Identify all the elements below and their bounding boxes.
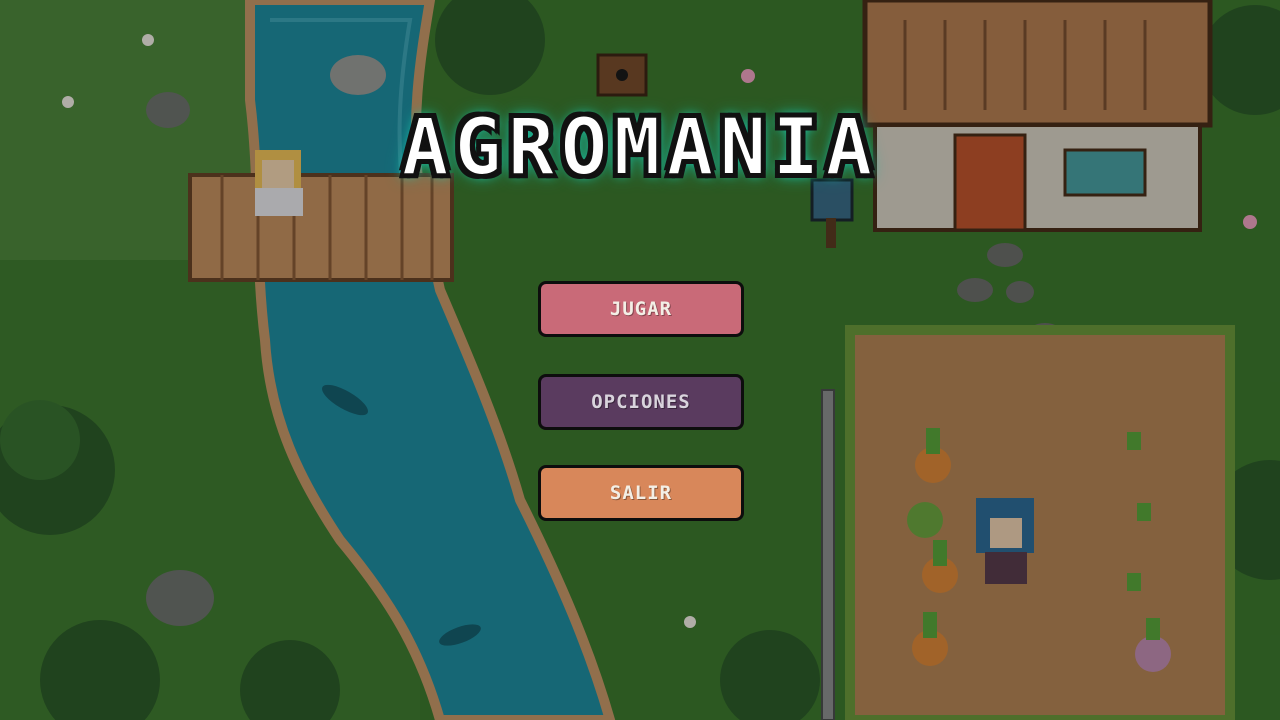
flower bbox=[741, 69, 755, 83]
farm-plot bbox=[845, 325, 1235, 720]
sprout-crop bbox=[1127, 432, 1141, 450]
sprout-crop bbox=[1137, 503, 1151, 521]
sprout-crop bbox=[1127, 573, 1141, 591]
play-button[interactable]: JUGAR bbox=[538, 281, 744, 337]
flower bbox=[684, 616, 696, 628]
options-button[interactable]: OPCIONES bbox=[538, 374, 744, 430]
cabbage-crop bbox=[907, 502, 943, 538]
flower bbox=[1243, 215, 1257, 229]
rock bbox=[146, 570, 214, 626]
exit-button[interactable]: SALIR bbox=[538, 465, 744, 521]
game-title: AGROMANIA bbox=[401, 102, 879, 194]
fence bbox=[821, 389, 835, 720]
flower bbox=[142, 34, 154, 46]
rock bbox=[330, 55, 386, 95]
